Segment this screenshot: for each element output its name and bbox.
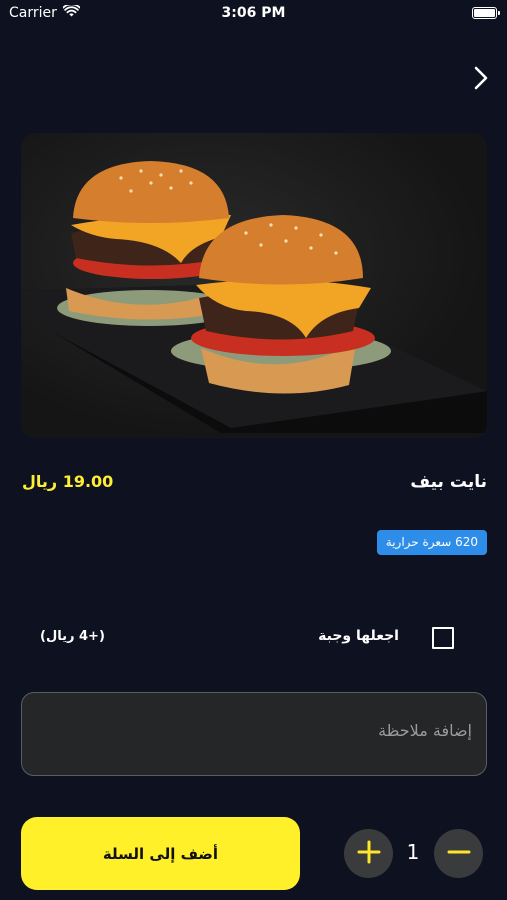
- product-name: نايت بيف: [410, 472, 487, 492]
- status-time: 3:06 PM: [221, 5, 286, 21]
- chevron-right-icon: [473, 65, 489, 95]
- product-price: 19.00 ريال: [22, 472, 114, 491]
- quantity-decrease-button[interactable]: [434, 829, 483, 878]
- note-input[interactable]: [52, 721, 472, 740]
- plus-icon: [357, 840, 381, 868]
- calorie-badge: 620 سعرة حرارية: [376, 530, 487, 555]
- back-button[interactable]: [468, 66, 494, 94]
- meal-option-price: (+4 ريال): [40, 629, 105, 644]
- add-to-cart-label: أضف إلى السلة: [102, 844, 219, 863]
- quantity-value: 1: [406, 840, 420, 864]
- minus-icon: [447, 840, 471, 868]
- meal-checkbox[interactable]: [432, 627, 454, 649]
- add-to-cart-button[interactable]: أضف إلى السلة: [21, 817, 300, 890]
- product-image: [21, 133, 487, 438]
- meal-option-label[interactable]: اجعلها وجبة: [318, 628, 399, 644]
- quantity-increase-button[interactable]: [344, 829, 393, 878]
- note-field[interactable]: [21, 692, 487, 776]
- status-bar: Carrier 3:06 PM: [0, 0, 507, 26]
- battery-icon: [472, 7, 500, 19]
